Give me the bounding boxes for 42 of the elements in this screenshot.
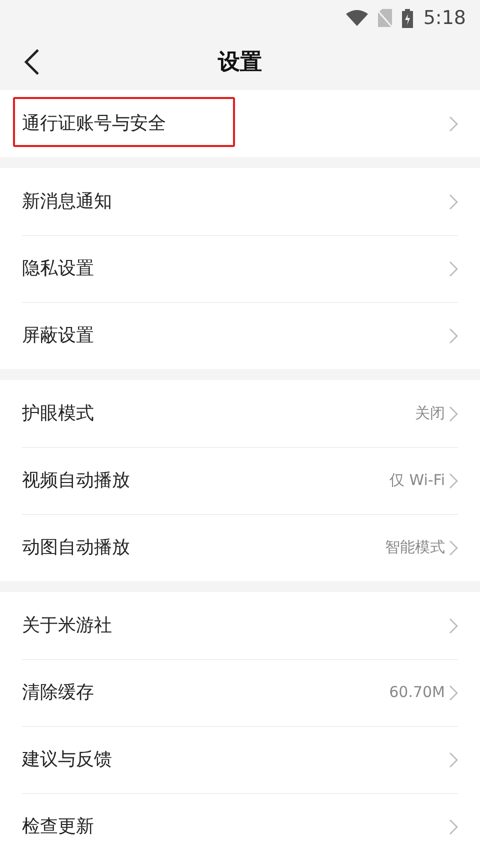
settings-row[interactable]: 关于米游社 [0, 592, 480, 659]
settings-row[interactable]: 屏蔽设置 [0, 302, 480, 369]
status-time: 5:18 [423, 6, 466, 31]
page-title: 设置 [218, 48, 262, 76]
settings-row[interactable]: 隐私设置 [0, 235, 480, 302]
chevron-right-icon [449, 194, 458, 210]
chevron-right-icon [449, 406, 458, 422]
settings-row[interactable]: 新消息通知 [0, 168, 480, 235]
row-label: 隐私设置 [22, 257, 94, 281]
settings-row[interactable]: 护眼模式 关闭 [0, 380, 480, 447]
row-value: 智能模式 [385, 537, 445, 558]
settings-row[interactable]: 清除缓存 60.70M [0, 659, 480, 726]
row-value: 关闭 [415, 403, 445, 424]
chevron-right-icon [449, 472, 458, 488]
row-label: 视频自动播放 [22, 469, 130, 493]
row-label: 建议与反馈 [22, 748, 112, 772]
row-label: 新消息通知 [22, 190, 112, 214]
settings-row[interactable]: 视频自动播放 仅 Wi-Fi [0, 447, 480, 514]
chevron-right-icon [449, 328, 458, 344]
charging-battery-icon [402, 8, 414, 28]
row-label: 清除缓存 [22, 681, 94, 705]
settings-row[interactable]: 动图自动播放 智能模式 [0, 514, 480, 581]
chevron-right-icon [449, 260, 458, 276]
wifi-icon [346, 10, 368, 26]
row-value: 60.70M [389, 682, 445, 704]
chevron-right-icon [449, 540, 458, 556]
no-sim-icon [378, 9, 392, 27]
settings-row[interactable]: 检查更新 [0, 793, 480, 854]
chevron-right-icon [449, 684, 458, 700]
chevron-right-icon [449, 818, 458, 834]
chevron-right-icon [449, 618, 458, 634]
row-label: 关于米游社 [22, 614, 112, 638]
settings-row[interactable]: 通行证账号与安全 [0, 90, 480, 157]
row-label: 动图自动播放 [22, 536, 130, 560]
chevron-right-icon [449, 116, 458, 132]
row-label: 护眼模式 [22, 402, 94, 426]
settings-row[interactable]: 建议与反馈 [0, 726, 480, 793]
row-label: 屏蔽设置 [22, 324, 94, 348]
chevron-right-icon [449, 752, 458, 768]
row-value: 仅 Wi-Fi [389, 470, 445, 492]
row-label: 通行证账号与安全 [22, 112, 166, 136]
row-label: 检查更新 [22, 815, 94, 839]
